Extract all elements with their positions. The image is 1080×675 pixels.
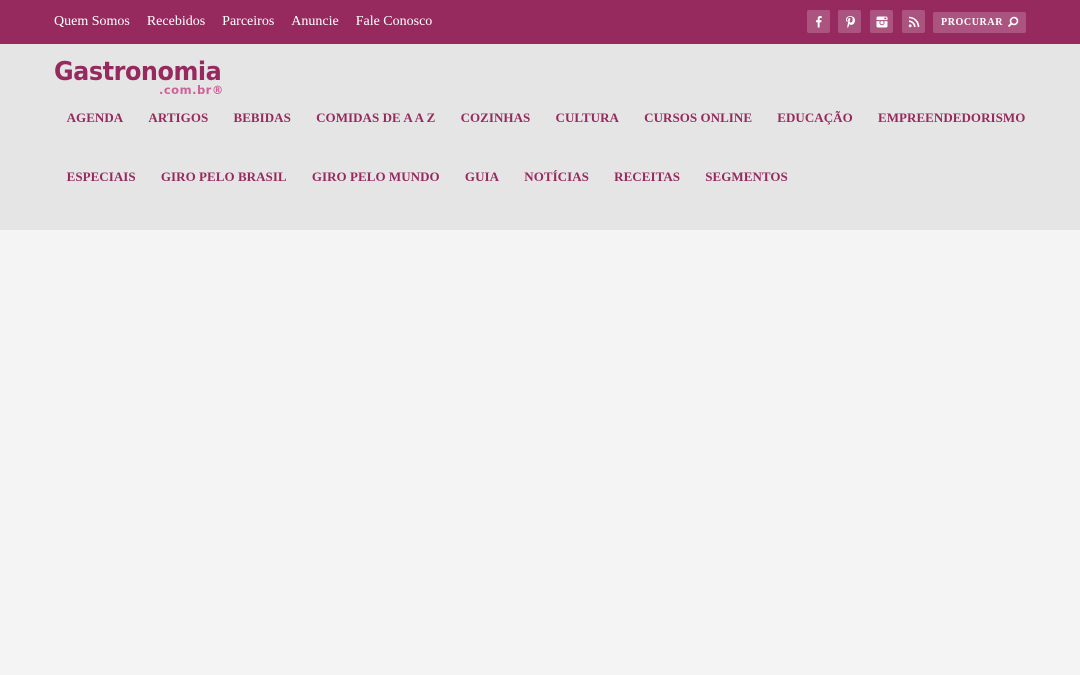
search-label: PROCURAR (941, 17, 1004, 28)
facebook-icon (815, 16, 822, 28)
nav-item-receitas[interactable]: RECEITAS (602, 169, 693, 185)
top-bar: Quem Somos Recebidos Parceiros Anuncie F… (0, 0, 1080, 44)
site-logo[interactable]: Gastronomia .com.br® (54, 58, 234, 102)
nav-item-guia[interactable]: GUIA (452, 169, 511, 185)
top-link-anuncie[interactable]: Anuncie (291, 14, 338, 30)
nav-item-giro-pelo-mundo[interactable]: GIRO PELO MUNDO (299, 169, 452, 185)
nav-item-cursos-online[interactable]: CURSOS ONLINE (632, 110, 765, 126)
nav-item-especiais[interactable]: ESPECIAIS (54, 169, 148, 185)
nav-item-noticias[interactable]: NOTÍCIAS (512, 169, 602, 185)
top-link-quem-somos[interactable]: Quem Somos (54, 14, 130, 30)
pinterest-button[interactable] (838, 10, 861, 33)
top-link-fale-conosco[interactable]: Fale Conosco (356, 14, 433, 30)
logo-wordmark: Gastronomia (54, 57, 222, 87)
top-link-recebidos[interactable]: Recebidos (147, 14, 205, 30)
instagram-icon (876, 16, 887, 27)
search-icon (1007, 16, 1019, 28)
nav-item-cultura[interactable]: CULTURA (543, 110, 632, 126)
search-button[interactable]: PROCURAR (933, 12, 1026, 33)
nav-item-empreendedorismo[interactable]: EMPREENDEDORISMO (865, 110, 1038, 126)
pinterest-icon (845, 16, 855, 28)
rss-icon (908, 16, 919, 27)
rss-button[interactable] (902, 10, 925, 33)
nav-item-comidas-de-a-a-z[interactable]: COMIDAS DE A A Z (304, 110, 448, 126)
nav-item-educacao[interactable]: EDUCAÇÃO (765, 110, 866, 126)
top-links: Quem Somos Recebidos Parceiros Anuncie F… (54, 0, 449, 44)
main-nav-row-2: ESPECIAIS GIRO PELO BRASIL GIRO PELO MUN… (54, 165, 800, 189)
instagram-button[interactable] (870, 10, 893, 33)
nav-item-segmentos[interactable]: SEGMENTOS (693, 169, 801, 185)
nav-item-bebidas[interactable]: BEBIDAS (221, 110, 304, 126)
site-header: Gastronomia .com.br® AGENDA ARTIGOS BEBI… (0, 44, 1080, 230)
nav-item-agenda[interactable]: AGENDA (54, 110, 136, 126)
facebook-button[interactable] (807, 10, 830, 33)
logo-domain: .com.br® (159, 83, 224, 97)
nav-item-cozinhas[interactable]: COZINHAS (448, 110, 543, 126)
main-nav-row-1: AGENDA ARTIGOS BEBIDAS COMIDAS DE A A Z … (54, 106, 1038, 130)
nav-item-giro-pelo-brasil[interactable]: GIRO PELO BRASIL (148, 169, 299, 185)
nav-item-artigos[interactable]: ARTIGOS (136, 110, 221, 126)
top-link-parceiros[interactable]: Parceiros (222, 14, 274, 30)
